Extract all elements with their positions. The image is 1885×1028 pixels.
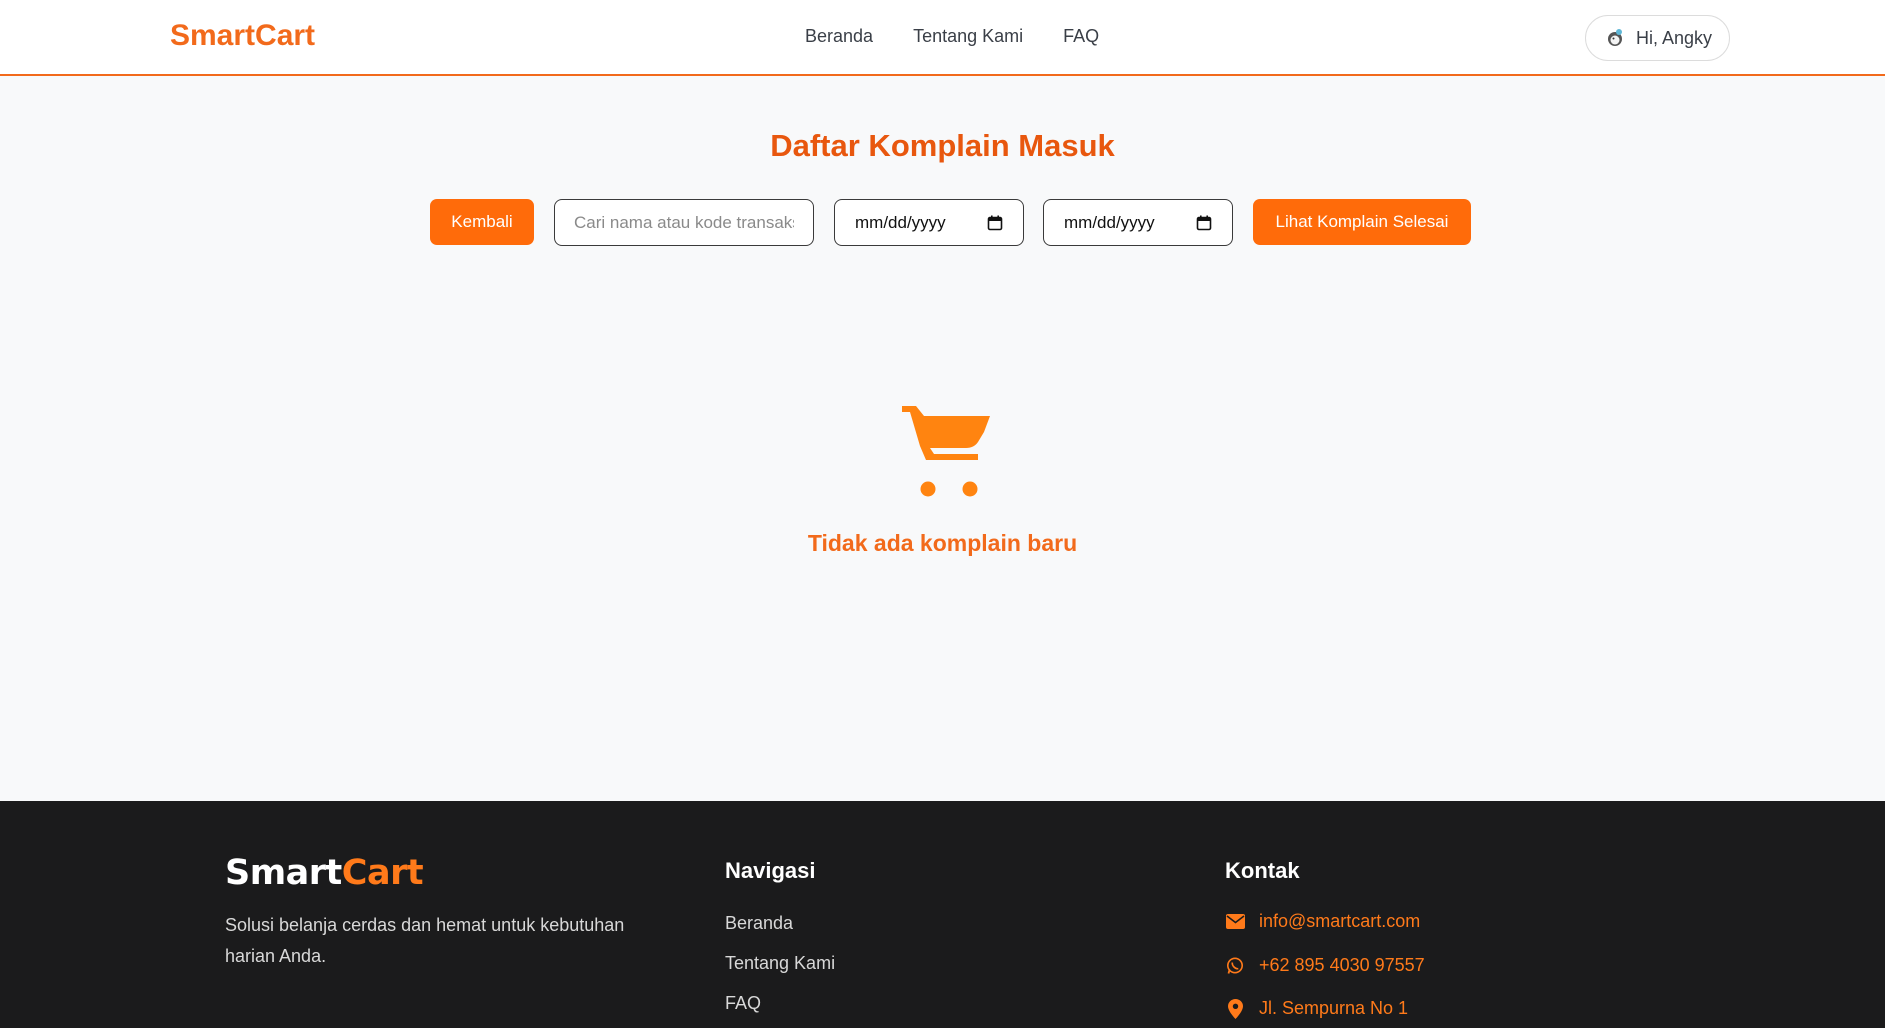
footer-nav-heading: Navigasi — [725, 858, 816, 883]
nav-beranda[interactable]: Beranda — [805, 26, 873, 47]
brand-logo[interactable]: SmartCart — [170, 19, 315, 53]
footer-contact-phone[interactable]: +62 895 4030 97557 — [1225, 955, 1425, 976]
back-button[interactable]: Kembali — [430, 199, 534, 245]
top-navbar: SmartCart Beranda Tentang Kami FAQ Hi, A… — [0, 0, 1885, 76]
date-to-input[interactable]: mm/dd/yyyy — [1043, 199, 1233, 246]
date-from-input[interactable]: mm/dd/yyyy — [834, 199, 1024, 246]
user-greeting: Hi, Angky — [1636, 27, 1713, 48]
avatar — [1604, 27, 1626, 49]
whatsapp-icon — [1227, 957, 1243, 974]
main-nav: Beranda Tentang Kami FAQ — [805, 26, 1099, 47]
footer-contact-address[interactable]: Jl. Sempurna No 1 — [1225, 998, 1408, 1019]
footer-description: Solusi belanja cerdas dan hemat untuk ke… — [225, 915, 625, 966]
search-input[interactable] — [554, 199, 814, 246]
calendar-icon[interactable] — [1196, 215, 1212, 231]
footer: SmartCart Solusi belanja cerdas dan hema… — [0, 801, 1885, 1028]
empty-state-illustration — [900, 400, 992, 505]
footer-email-text: info@smartcart.com — [1259, 911, 1421, 931]
nav-faq[interactable]: FAQ — [1063, 26, 1099, 47]
footer-phone-text: +62 895 4030 97557 — [1259, 955, 1425, 975]
map-pin-icon — [1227, 998, 1243, 1019]
footer-brand: SmartCart — [225, 853, 424, 893]
shopping-cart-icon — [902, 406, 990, 497]
footer-contact-email[interactable]: info@smartcart.com — [1225, 911, 1420, 932]
date-from-placeholder: mm/dd/yyyy — [855, 212, 946, 232]
nav-tentang-kami[interactable]: Tentang Kami — [913, 26, 1023, 47]
footer-contact-heading: Kontak — [1225, 858, 1300, 883]
view-completed-complaints-button[interactable]: Lihat Komplain Selesai — [1253, 199, 1471, 245]
footer-link-faq[interactable]: FAQ — [725, 993, 761, 1014]
footer-link-tentang-kami[interactable]: Tentang Kami — [725, 953, 835, 974]
footer-brand-cart: Cart — [341, 853, 424, 893]
calendar-icon[interactable] — [987, 215, 1003, 231]
envelope-icon — [1225, 914, 1245, 929]
user-menu-button[interactable]: Hi, Angky — [1585, 15, 1730, 61]
avatar-icon — [1608, 29, 1622, 46]
footer-brand-smart: Smart — [225, 853, 342, 893]
page-title: Daftar Komplain Masuk — [770, 128, 1115, 163]
footer-link-beranda[interactable]: Beranda — [725, 913, 793, 934]
empty-state-message: Tidak ada komplain baru — [807, 530, 1078, 556]
footer-address-text: Jl. Sempurna No 1 — [1259, 998, 1409, 1018]
date-to-placeholder: mm/dd/yyyy — [1064, 212, 1155, 232]
